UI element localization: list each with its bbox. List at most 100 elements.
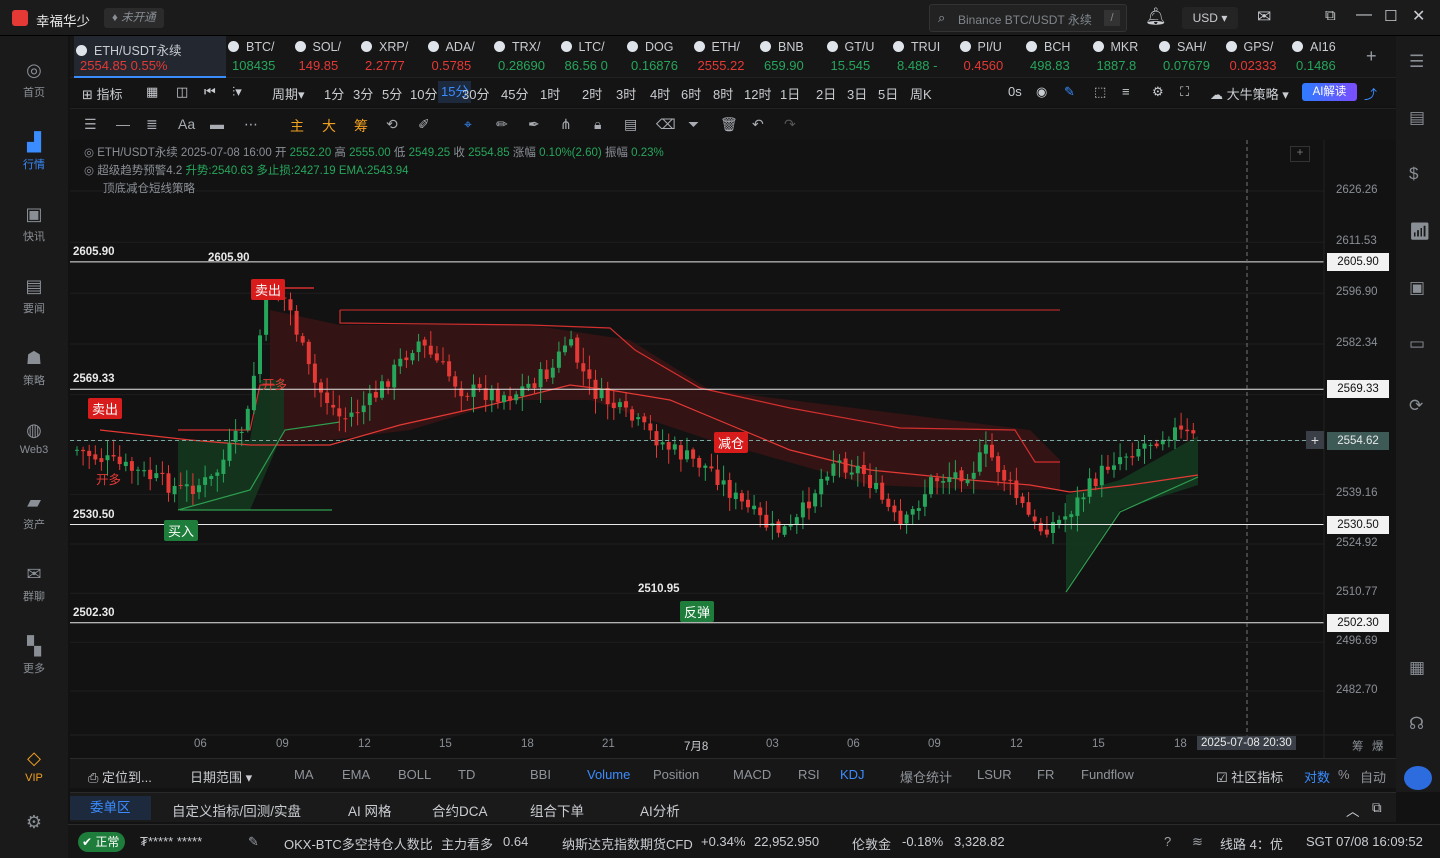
collapse-icon[interactable]: ◎	[84, 165, 97, 177]
ticker-tab[interactable]: BNB 659.90	[758, 36, 825, 78]
leftnav-item-4[interactable]: ☗ 策略	[0, 348, 68, 388]
cursor-icon[interactable]: ⌖	[464, 116, 472, 133]
search-box[interactable]: ⌕ Binance BTC/USDT 永续 /	[929, 4, 1127, 32]
signal-icon[interactable]: 📶︎	[1409, 222, 1431, 242]
ticker-tab[interactable]: TRX/0.28690	[492, 36, 559, 78]
help-icon[interactable]: ?	[1164, 834, 1171, 849]
ticker-tab[interactable]: AI16 0.1486	[1290, 36, 1357, 78]
ticker-tab[interactable]: XRP/2.2777	[359, 36, 426, 78]
strategy-select[interactable]: ☁ 大牛策略 ▾	[1210, 84, 1289, 103]
collapse-panel-icon[interactable]: ︿	[1346, 800, 1360, 820]
date-range-select[interactable]: 日期范围 ▾	[190, 767, 252, 786]
add-alert-icon[interactable]: +	[1306, 430, 1324, 449]
timeframe-15[interactable]: 2日	[816, 84, 836, 103]
connection-status[interactable]: ✔ 正常	[78, 832, 126, 852]
timeframe-10[interactable]: 4时	[650, 84, 670, 103]
redo-icon[interactable]: ↷	[784, 116, 796, 133]
ticker-tab[interactable]: TRUI 8.488 -	[891, 36, 958, 78]
timeframe-14[interactable]: 1日	[780, 84, 800, 103]
timeframe-12[interactable]: 8时	[713, 84, 733, 103]
more-icon[interactable]: ⋯	[244, 116, 258, 133]
ticker-tab[interactable]: GT/U 15.545	[825, 36, 892, 78]
percent-toggle[interactable]: %	[1338, 767, 1350, 782]
indicator-button[interactable]: ⊞ 指标	[82, 84, 123, 103]
indicator-tab-4[interactable]: BBI	[530, 767, 551, 782]
indicator-tab-3[interactable]: TD	[458, 767, 475, 782]
multi-line-icon[interactable]: ≣	[146, 116, 158, 133]
ticker-tab[interactable]: PI/U 0.4560	[958, 36, 1025, 78]
maximize-icon[interactable]: ☐	[1384, 7, 1397, 25]
notes-icon[interactable]: ▤	[1409, 108, 1425, 128]
indicator-tab-10[interactable]: 爆仓统计	[900, 767, 952, 786]
timeframe-1[interactable]: 3分	[353, 84, 373, 103]
order-tab-4[interactable]: 组合下单	[530, 800, 584, 820]
ticker-tab[interactable]: DOG 0.16876	[625, 36, 692, 78]
indicator-tab-9[interactable]: KDJ	[840, 767, 865, 782]
indicator-tab-12[interactable]: FR	[1037, 767, 1054, 782]
search-input[interactable]: Binance BTC/USDT 永续	[958, 11, 1092, 28]
headset-icon[interactable]: ☊	[1409, 714, 1424, 734]
account-badge[interactable]: ♦ 未开通	[104, 8, 164, 28]
panel-icon[interactable]: ▦	[1409, 658, 1425, 678]
leftnav-item-7[interactable]: ✉ 群聊	[0, 564, 68, 604]
order-tab-5[interactable]: AI分析	[640, 800, 680, 820]
close-icon[interactable]: ✕	[1412, 6, 1425, 26]
ticker-tab[interactable]: ETH/2555.22	[692, 36, 759, 78]
pen-icon[interactable]: ✎	[248, 834, 259, 850]
bell-icon[interactable]: 🔔︎	[1145, 7, 1167, 27]
list-icon[interactable]: ≡	[1122, 84, 1130, 99]
order-tab-2[interactable]: AI 网格	[348, 800, 392, 820]
indicator-tab-11[interactable]: LSUR	[977, 767, 1012, 782]
indicator-tab-6[interactable]: Position	[653, 767, 699, 782]
chip-button[interactable]: 筹	[354, 116, 368, 136]
leftnav-item-8[interactable]: ▚ 更多	[0, 636, 68, 676]
timeframe-5[interactable]: 30分	[462, 84, 489, 103]
pen-icon[interactable]: ✎	[1064, 84, 1075, 100]
hamburger-icon[interactable]: ☰	[84, 116, 97, 133]
order-tab-0[interactable]: 委单区	[70, 796, 151, 820]
timeframe-16[interactable]: 3日	[847, 84, 867, 103]
dollar-icon[interactable]: $	[1409, 164, 1418, 184]
timeframe-11[interactable]: 6时	[681, 84, 701, 103]
card-icon[interactable]: ▭	[1409, 334, 1425, 354]
indicator-tab-0[interactable]: MA	[294, 767, 314, 782]
monitor-icon[interactable]: ▣	[1409, 278, 1425, 298]
ticker-tab[interactable]: SAH/0.07679	[1157, 36, 1224, 78]
expand-chart-icon[interactable]: +	[1290, 146, 1310, 162]
assistant-icon[interactable]	[1404, 766, 1432, 790]
leftnav-item-3[interactable]: ▤ 要闻	[0, 276, 68, 316]
ruler-icon[interactable]: ▬	[210, 116, 224, 132]
community-indicator-button[interactable]: ☑ 社区指标	[1216, 767, 1283, 786]
timeframe-2[interactable]: 5分	[382, 84, 402, 103]
lock-icon[interactable]: 🔒︎	[594, 116, 601, 133]
trash-icon[interactable]: 🗑︎	[720, 116, 738, 133]
add-tab-button[interactable]: +	[1366, 46, 1377, 67]
order-tab-3[interactable]: 合约DCA	[432, 800, 488, 820]
period-select[interactable]: 周期▾	[272, 84, 305, 103]
timeframe-7[interactable]: 1时	[540, 84, 560, 103]
fullscreen-icon[interactable]: ⛶	[1180, 84, 1189, 100]
ticker-tab[interactable]: ETH/USDT永续 2554.85 0.55%	[74, 36, 226, 78]
watchlist-icon[interactable]: ☰	[1409, 52, 1424, 72]
brush-icon[interactable]: ✐	[418, 116, 430, 133]
locate-button[interactable]: ⎙ 定位到...	[88, 767, 152, 786]
timeframe-8[interactable]: 2时	[582, 84, 602, 103]
ai-interpret-button[interactable]: AI解读	[1302, 83, 1357, 101]
template-icon[interactable]: ▤	[624, 116, 637, 133]
order-tab-1[interactable]: 自定义指标/回测/实盘	[172, 800, 301, 820]
indicator-tab-8[interactable]: RSI	[798, 767, 820, 782]
popout-icon[interactable]: ⧉	[1372, 800, 1382, 816]
main-chip-button[interactable]: 主	[290, 116, 304, 136]
indicator-tab-5[interactable]: Volume	[587, 767, 630, 782]
leftnav-item-0[interactable]: ◎ 首页	[0, 60, 68, 100]
leftnav-item-1[interactable]: ▟ 行情	[0, 132, 68, 172]
mail-icon[interactable]: ✉	[1257, 7, 1271, 27]
settings-icon[interactable]: ⚙	[0, 812, 68, 836]
timeframe-17[interactable]: 5日	[878, 84, 898, 103]
eraser-icon[interactable]: ⌫	[656, 116, 676, 133]
settings-icon[interactable]: ⚙	[1152, 84, 1164, 100]
leftnav-item-2[interactable]: ▣ 快讯	[0, 204, 68, 244]
expand-icon[interactable]: ⬚	[1094, 84, 1106, 100]
text-icon[interactable]: Aa	[178, 116, 195, 132]
share-icon[interactable]: ⤴	[1364, 84, 1377, 103]
